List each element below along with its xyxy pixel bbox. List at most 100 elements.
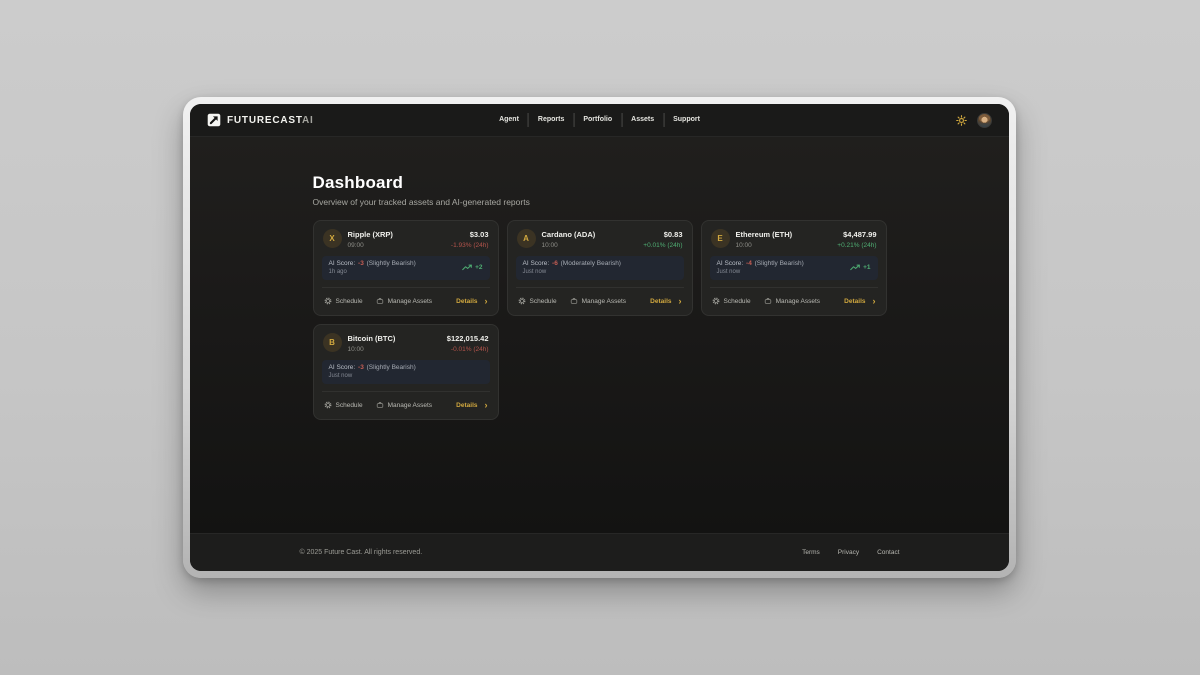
card-header: X Ripple (XRP) 09:00 $3.03 -1.93% (24h): [314, 221, 498, 249]
schedule-button[interactable]: Schedule: [712, 297, 751, 305]
asset-price: $4,487.99: [837, 229, 876, 239]
asset-symbol-badge: X: [323, 229, 342, 248]
trend-value: +1: [863, 264, 870, 271]
trend-value: +2: [475, 264, 482, 271]
page-title: Dashboard: [313, 173, 887, 193]
ai-updated: 1h ago: [329, 269, 416, 275]
ai-score-panel: AI Score: -4 (Slightly Bearish) Just now: [710, 256, 878, 280]
gear-icon: [324, 401, 332, 409]
price-change: -0.01% (24h): [447, 346, 489, 353]
manage-assets-label: Manage Assets: [582, 298, 626, 305]
footer-link-privacy[interactable]: Privacy: [838, 549, 859, 556]
trend-indicator: +1: [850, 264, 870, 271]
chevron-right-icon: ›: [873, 298, 876, 304]
arrow-up-right-logo-icon: [207, 113, 221, 127]
ai-score-value: -3: [358, 364, 364, 371]
price-block: $3.03 -1.93% (24h): [451, 229, 489, 249]
asset-symbol-badge: A: [517, 229, 536, 248]
card-header: A Cardano (ADA) 10:00 $0.83 +0.01% (24h): [508, 221, 692, 249]
gear-icon: [324, 297, 332, 305]
price-change: +0.01% (24h): [643, 242, 682, 249]
asset-identity: E Ethereum (ETH) 10:00: [711, 229, 793, 249]
ai-score-panel: AI Score: -3 (Slightly Bearish) Just now: [322, 360, 490, 384]
nav-item-portfolio[interactable]: Portfolio: [573, 113, 621, 127]
details-label: Details: [650, 298, 671, 305]
gear-icon: [712, 297, 720, 305]
ai-updated: Just now: [717, 269, 804, 275]
schedule-label: Schedule: [530, 298, 557, 305]
sun-icon: [956, 115, 967, 126]
ai-score-value: -3: [358, 260, 364, 267]
ai-score-label: AI Score:: [329, 364, 356, 371]
asset-price: $0.83: [643, 229, 682, 239]
manage-assets-button[interactable]: Manage Assets: [376, 401, 432, 409]
card-header: B Bitcoin (BTC) 10:00 $122,015.42 -0.01%…: [314, 325, 498, 353]
schedule-button[interactable]: Schedule: [518, 297, 557, 305]
manage-assets-button[interactable]: Manage Assets: [764, 297, 820, 305]
asset-symbol-badge: E: [711, 229, 730, 248]
chevron-right-icon: ›: [679, 298, 682, 304]
schedule-button[interactable]: Schedule: [324, 401, 363, 409]
asset-name: Cardano (ADA): [542, 229, 596, 239]
price-change: +0.21% (24h): [837, 242, 876, 249]
details-button[interactable]: Details ›: [650, 298, 681, 305]
briefcase-icon: [376, 401, 384, 409]
briefcase-icon: [764, 297, 772, 305]
asset-identity: X Ripple (XRP) 09:00: [323, 229, 393, 249]
main-nav: Agent Reports Portfolio Assets Support: [490, 104, 709, 136]
asset-time: 10:00: [736, 242, 793, 249]
nav-item-agent[interactable]: Agent: [490, 113, 528, 127]
nav-item-reports[interactable]: Reports: [528, 113, 573, 127]
app-footer: © 2025 Future Cast. All rights reserved.…: [190, 533, 1009, 571]
ai-score-label: AI Score:: [329, 260, 356, 267]
logo[interactable]: FUTURECASTAI: [207, 113, 314, 127]
manage-assets-label: Manage Assets: [776, 298, 820, 305]
chevron-right-icon: ›: [485, 298, 488, 304]
theme-toggle-button[interactable]: [956, 115, 967, 126]
browser-window: FUTURECASTAI Agent Reports Portfolio Ass…: [183, 97, 1016, 578]
brand-name: FUTURECASTAI: [227, 115, 314, 126]
card-actions: Schedule Manage Assets Details: [702, 288, 886, 316]
chevron-right-icon: ›: [485, 402, 488, 408]
ai-score-panel: AI Score: -3 (Slightly Bearish) 1h ago: [322, 256, 490, 280]
asset-card-ada: A Cardano (ADA) 10:00 $0.83 +0.01% (24h): [507, 220, 693, 316]
price-block: $4,487.99 +0.21% (24h): [837, 229, 876, 249]
trending-up-icon: [462, 264, 472, 271]
details-label: Details: [456, 402, 477, 409]
ai-score-label: AI Score:: [523, 260, 550, 267]
asset-name: Ripple (XRP): [348, 229, 393, 239]
nav-item-support[interactable]: Support: [663, 113, 709, 127]
price-block: $122,015.42 -0.01% (24h): [447, 333, 489, 353]
details-button[interactable]: Details ›: [456, 298, 487, 305]
footer-link-contact[interactable]: Contact: [877, 549, 899, 556]
ai-sentiment: (Slightly Bearish): [755, 260, 804, 267]
ai-score-line: AI Score: -3 (Slightly Bearish): [329, 260, 416, 267]
details-label: Details: [456, 298, 477, 305]
asset-time: 10:00: [348, 346, 396, 353]
ai-score-label: AI Score:: [717, 260, 744, 267]
user-avatar[interactable]: [977, 113, 992, 128]
header-actions: [956, 113, 992, 128]
manage-assets-button[interactable]: Manage Assets: [376, 297, 432, 305]
copyright-text: © 2025 Future Cast. All rights reserved.: [300, 549, 423, 556]
details-button[interactable]: Details ›: [456, 402, 487, 409]
manage-assets-label: Manage Assets: [388, 298, 432, 305]
asset-time: 09:00: [348, 242, 393, 249]
ai-updated: Just now: [329, 373, 416, 379]
asset-cards-grid: X Ripple (XRP) 09:00 $3.03 -1.93% (24h): [313, 220, 887, 420]
asset-symbol-badge: B: [323, 333, 342, 352]
footer-link-terms[interactable]: Terms: [802, 549, 820, 556]
asset-card-xrp: X Ripple (XRP) 09:00 $3.03 -1.93% (24h): [313, 220, 499, 316]
manage-assets-button[interactable]: Manage Assets: [570, 297, 626, 305]
main-content: Dashboard Overview of your tracked asset…: [190, 137, 1009, 533]
asset-identity: B Bitcoin (BTC) 10:00: [323, 333, 396, 353]
ai-updated: Just now: [523, 269, 621, 275]
schedule-button[interactable]: Schedule: [324, 297, 363, 305]
asset-time: 10:00: [542, 242, 596, 249]
trending-up-icon: [850, 264, 860, 271]
nav-item-assets[interactable]: Assets: [621, 113, 663, 127]
details-button[interactable]: Details ›: [844, 298, 875, 305]
asset-card-eth: E Ethereum (ETH) 10:00 $4,487.99 +0.21% …: [701, 220, 887, 316]
ai-score-value: -4: [746, 260, 752, 267]
schedule-label: Schedule: [336, 402, 363, 409]
